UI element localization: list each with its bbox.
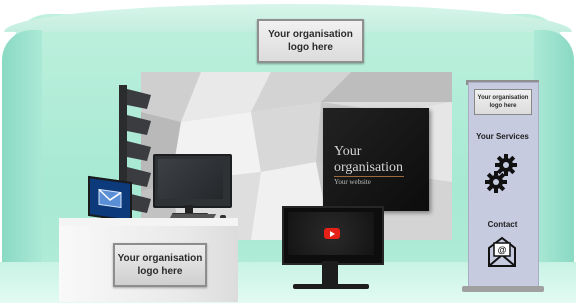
- gear-icon: [485, 154, 517, 193]
- laptop-screen: [88, 175, 132, 223]
- counter-top: [59, 218, 238, 226]
- banner-logo-placeholder[interactable]: Your organisation logo here: [474, 89, 532, 115]
- desktop-monitor[interactable]: [153, 154, 232, 208]
- video-screen[interactable]: [282, 206, 384, 265]
- banner-services-label: Your Services: [476, 132, 529, 141]
- counter-logo-placeholder[interactable]: Your organisation logo here: [113, 243, 207, 287]
- play-button[interactable]: [324, 228, 340, 239]
- banner-contact-label: Contact: [487, 220, 518, 229]
- counter-logo-text: Your organisation logo here: [117, 253, 203, 277]
- dark-poster[interactable]: Your organisation Your website: [323, 108, 429, 211]
- virtual-booth: Your organisation logo here Your organis…: [0, 0, 576, 303]
- tv-stand-foot: [293, 284, 369, 289]
- monitor-screen: [158, 159, 223, 199]
- laptop[interactable]: [86, 175, 134, 223]
- top-logo-text: Your organisation logo here: [268, 29, 353, 53]
- banner-base: [462, 286, 544, 292]
- poster-subtitle: Your website: [334, 178, 371, 186]
- svg-text:@: @: [498, 245, 507, 255]
- poster-title: Your organisation: [334, 144, 403, 175]
- poster-divider: [334, 176, 404, 177]
- video-screen-display: [288, 212, 374, 255]
- top-logo-placeholder[interactable]: Your organisation logo here: [257, 19, 364, 63]
- mail-icon: @: [488, 236, 516, 267]
- banner-logo-text: Your organisation logo here: [477, 95, 529, 109]
- envelope-icon: [90, 178, 130, 220]
- play-icon: [330, 231, 335, 237]
